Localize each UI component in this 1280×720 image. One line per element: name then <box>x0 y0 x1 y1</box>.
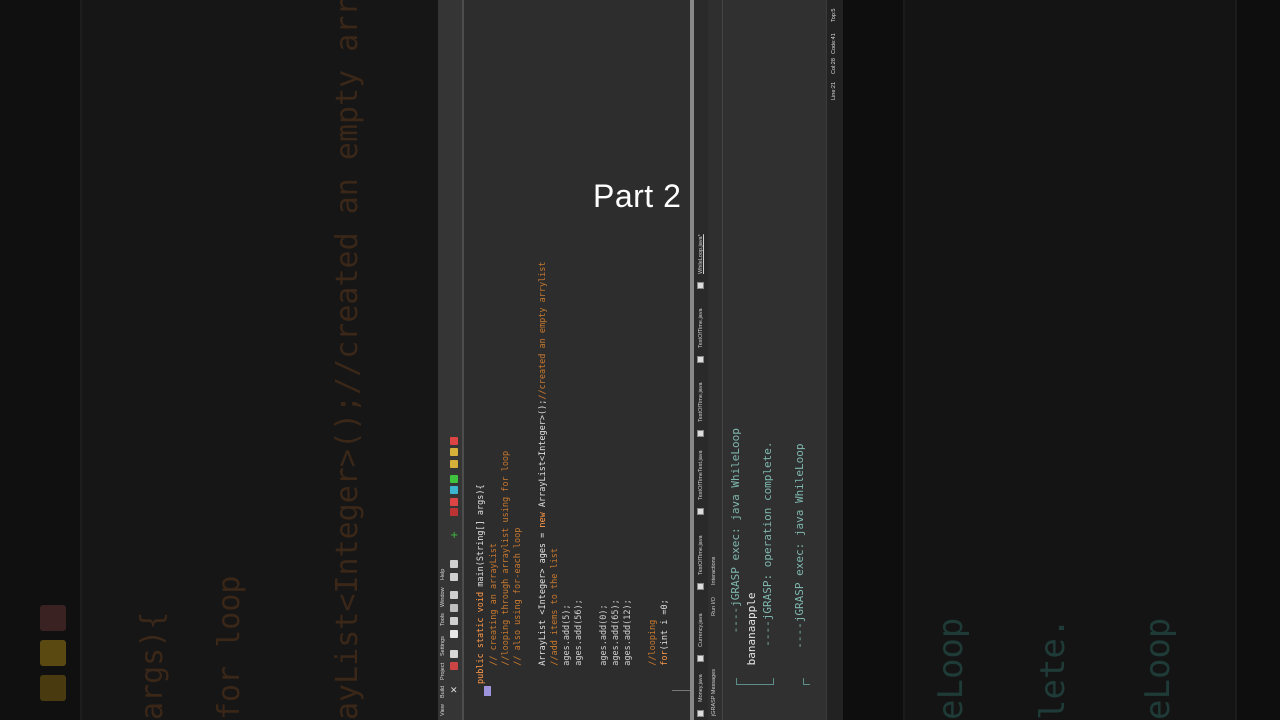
bookmark-icon[interactable] <box>450 448 458 456</box>
background-blur-right: eLoop lete. eLoop <box>843 0 1280 720</box>
tab-money[interactable]: Money.java <box>698 674 704 702</box>
ghost-code-line: ayList<Integer>();//created an empty arr… <box>330 0 365 720</box>
menu-item-project[interactable]: Project <box>440 663 446 680</box>
code-line: ages.add(56); <box>574 599 584 676</box>
tab-currency[interactable]: Currency.java <box>698 613 704 647</box>
background-console-panel <box>903 0 1237 720</box>
uml-icon[interactable] <box>450 475 458 483</box>
tab-jgrasp-messages[interactable]: jGRASP Messages <box>711 669 717 716</box>
ghost-code-line: args){ <box>135 611 170 720</box>
code-line: public static void main(String[] args){ <box>476 484 486 684</box>
menu-toolbar: View Build Project Settings Tools Window… <box>438 0 463 720</box>
console-bracket <box>803 678 810 685</box>
background-blur-left: args){ for loop ayList<Integer>();//crea… <box>0 0 438 720</box>
ghost-toolbar-icon <box>40 675 66 701</box>
console-line: bananaapple <box>745 592 758 672</box>
status-line: Line:21 <box>831 81 837 100</box>
menu-item-view[interactable]: View <box>440 704 446 716</box>
save-icon[interactable] <box>450 604 458 612</box>
code-line: ages.add(5); <box>562 604 572 676</box>
code-line: // creating an arrayList <box>489 542 499 676</box>
editor-gutter <box>462 0 464 720</box>
file-tab-icon <box>697 430 704 437</box>
menu-item-help[interactable]: Help <box>440 569 446 580</box>
code-line: ages.add(65); <box>611 599 621 676</box>
console-line: ----jGRASP exec: java WhileLoop <box>729 428 742 640</box>
status-top: Top:5 <box>831 8 837 22</box>
code-line: ages.add(0); <box>599 604 609 676</box>
run-icon[interactable] <box>450 650 458 658</box>
console-line: ----jGRASP exec: java WhileLoop <box>793 443 806 662</box>
tab-whileloop-active[interactable]: WhileLoop.java* <box>698 234 704 274</box>
code-line: for(int i =0; <box>660 599 670 666</box>
file-tab-strip: Money.java Currency.java TestOfTime.java… <box>694 0 709 720</box>
video-title-overlay: Part 2 <box>593 178 682 214</box>
file-tab-icon <box>697 282 704 289</box>
menu-item-tools[interactable]: Tools <box>440 613 446 626</box>
compile-icon[interactable] <box>450 662 458 670</box>
ghost-console-line: lete. <box>1033 617 1073 720</box>
code-line: //looping <box>648 619 658 676</box>
message-tab-strip: jGRASP Messages Run I/O Interactions <box>708 0 722 720</box>
csd-icon[interactable] <box>450 486 458 494</box>
tab-testoftime-3[interactable]: TestOfTime.java <box>698 308 704 348</box>
code-line: //add items to the list <box>550 548 560 676</box>
document-icon[interactable] <box>450 630 458 638</box>
menu-item-settings[interactable]: Settings <box>440 636 446 656</box>
tab-run-io[interactable]: Run I/O <box>711 597 717 616</box>
menu-item-window[interactable]: Window <box>440 587 446 607</box>
status-code: Code:41 <box>831 33 837 54</box>
code-line: ages.add(12); <box>623 599 633 676</box>
code-line: //looping through arraylist using for lo… <box>501 450 511 676</box>
code-line: ArrayList <Integer> ages = new ArrayList… <box>538 261 548 676</box>
tab-testoftime-2[interactable]: TestOfTime.java <box>698 382 704 422</box>
lock-icon[interactable] <box>450 460 458 468</box>
code-line: // also using for-each loop <box>513 527 523 676</box>
ghost-code-line: for loop <box>212 575 247 720</box>
console-line: ----jGRASP: operation complete. <box>761 441 774 660</box>
color-icon[interactable] <box>450 437 458 445</box>
text-cursor <box>484 686 491 696</box>
jgrasp-window: View Build Project Settings Tools Window… <box>438 0 843 720</box>
step-icon[interactable] <box>450 498 458 506</box>
console-bracket <box>736 678 774 685</box>
run-io-console[interactable]: ----jGRASP exec: java WhileLoop bananaap… <box>722 0 827 720</box>
status-bar: Line:21 Col:28 Code:41 Top:5 <box>826 0 843 720</box>
plus-icon[interactable]: + <box>450 531 458 541</box>
undo-icon[interactable] <box>450 573 458 581</box>
file-tab-icon <box>697 356 704 363</box>
file-tab-icon <box>697 583 704 590</box>
file-tab-icon <box>697 655 704 662</box>
breakpoint-icon[interactable] <box>450 508 458 516</box>
folder-icon[interactable] <box>450 617 458 625</box>
file-tab-icon <box>697 508 704 515</box>
ghost-console-line: eLoop <box>931 617 971 720</box>
tab-interactions[interactable]: Interactions <box>711 557 717 585</box>
background-editor-panel <box>80 0 438 720</box>
tab-testoftime-1[interactable]: TestOfTime.java <box>698 535 704 575</box>
file-tab-icon <box>697 710 704 717</box>
ghost-console-line: eLoop <box>1138 617 1178 720</box>
tab-testoftimetest[interactable]: TestOfTimeTest.java <box>698 450 704 500</box>
close-icon[interactable]: ✕ <box>450 687 458 696</box>
editor-horizontal-rule <box>672 690 690 691</box>
ghost-toolbar-icon <box>40 605 66 631</box>
ghost-toolbar-icon <box>40 640 66 666</box>
status-col: Col:28 <box>831 58 837 74</box>
print-icon[interactable] <box>450 591 458 599</box>
redo-icon[interactable] <box>450 560 458 568</box>
code-editor[interactable]: public static void main(String[] args){ … <box>462 0 690 720</box>
menu-item-build[interactable]: Build <box>440 686 446 698</box>
